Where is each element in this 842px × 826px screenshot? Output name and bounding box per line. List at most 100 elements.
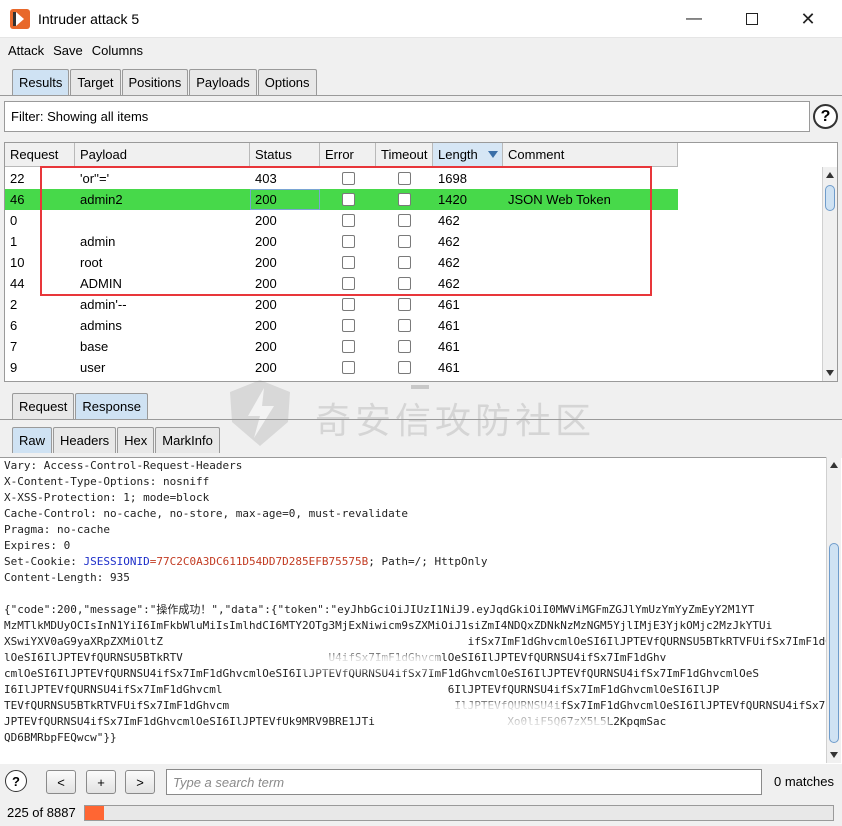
watermark-logo-icon — [230, 380, 290, 446]
col-timeout[interactable]: Timeout — [376, 143, 433, 167]
redaction-blur — [390, 702, 560, 718]
table-row[interactable]: 7 base 200 461 — [5, 336, 678, 357]
filter-text: Filter: Showing all items — [11, 109, 149, 124]
col-payload[interactable]: Payload — [75, 143, 250, 167]
error-checkbox — [341, 193, 355, 206]
prev-match-button[interactable]: < — [46, 770, 76, 794]
table-row[interactable]: 2 admin'-- 200 461 — [5, 294, 678, 315]
filter-bar[interactable]: Filter: Showing all items — [4, 101, 810, 132]
tab-response[interactable]: Response — [75, 393, 148, 419]
tab-markinfo[interactable]: MarkInfo — [155, 427, 220, 453]
close-button[interactable]: ✕ — [786, 6, 830, 32]
response-viewer[interactable]: Vary: Access-Control-Request-Headers X-C… — [0, 457, 826, 763]
cell-comment — [503, 168, 678, 189]
response-body-line: I6IlJPTEVfQURNSU4ifSx7ImF1dGhvcml 6IlJPT… — [4, 683, 720, 696]
col-error[interactable]: Error — [320, 143, 376, 167]
timeout-checkbox — [398, 319, 411, 332]
search-help-icon[interactable]: ? — [5, 770, 27, 792]
progress-bar — [84, 805, 834, 821]
table-row[interactable]: 22 'or''=' 403 1698 — [5, 168, 678, 189]
tab-options[interactable]: Options — [257, 69, 317, 95]
cell-length: 462 — [438, 255, 460, 270]
cell-timeout — [376, 252, 433, 273]
cell-request: 2 — [10, 297, 18, 312]
cell-request: 9 — [10, 360, 18, 375]
scroll-up-icon[interactable] — [830, 462, 838, 468]
cell-error — [320, 210, 376, 231]
cell-error — [320, 231, 376, 252]
cell-status: 200 — [255, 255, 277, 270]
watermark-text: 奇安信攻防社区 — [315, 401, 596, 442]
tab-payloads[interactable]: Payloads — [189, 69, 257, 95]
add-button[interactable]: + — [86, 770, 116, 794]
reqresp-tabs: Request Response — [12, 393, 149, 419]
match-count: 0 matches — [774, 774, 834, 789]
cell-comment — [503, 357, 678, 378]
maximize-button[interactable] — [730, 6, 774, 32]
redaction-blur — [400, 718, 610, 734]
table-row[interactable]: 1 admin 200 462 — [5, 231, 678, 252]
cell-comment — [503, 231, 678, 252]
menu-columns[interactable]: Columns — [92, 43, 143, 58]
scroll-thumb[interactable] — [829, 543, 839, 743]
menu-save[interactable]: Save — [53, 43, 83, 58]
cell-timeout — [376, 336, 433, 357]
response-header-line: Cache-Control: no-cache, no-store, max-a… — [4, 507, 408, 520]
error-checkbox — [341, 235, 355, 248]
cell-timeout — [376, 231, 433, 252]
cell-length: 461 — [438, 339, 460, 354]
search-input[interactable] — [173, 774, 761, 790]
scroll-down-icon[interactable] — [830, 752, 838, 758]
tab-raw[interactable]: Raw — [12, 427, 53, 453]
redaction-blur — [300, 654, 440, 670]
cell-length: 462 — [438, 213, 460, 228]
scroll-down-icon[interactable] — [826, 370, 834, 376]
tab-request[interactable]: Request — [12, 393, 75, 419]
scroll-up-icon[interactable] — [826, 172, 834, 178]
scroll-thumb[interactable] — [825, 185, 835, 211]
response-header-line: Vary: Access-Control-Request-Headers — [4, 459, 243, 472]
minimize-icon: — — [686, 10, 702, 27]
tab-positions[interactable]: Positions — [121, 69, 189, 95]
cell-length: 461 — [438, 297, 460, 312]
tab-headers[interactable]: Headers — [53, 427, 117, 453]
main-tabs: Results Target Positions Payloads Option… — [12, 69, 318, 95]
cell-timeout — [376, 168, 433, 189]
tab-results[interactable]: Results — [12, 69, 70, 95]
table-header: Request Payload Status Error Timeout Len… — [5, 143, 678, 167]
table-row[interactable]: 44 ADMIN 200 462 — [5, 273, 678, 294]
col-status[interactable]: Status — [250, 143, 320, 167]
cell-status: 200 — [255, 318, 277, 333]
status-bar: 225 of 8887 — [0, 800, 842, 826]
tab-hex[interactable]: Hex — [117, 427, 155, 453]
close-icon: ✕ — [800, 8, 816, 29]
search-field[interactable] — [166, 769, 762, 795]
cell-request: 1 — [10, 234, 18, 249]
menu-attack[interactable]: Attack — [8, 43, 44, 58]
table-scrollbar[interactable] — [822, 167, 837, 381]
response-header-line: Expires: 0 — [4, 539, 71, 552]
results-table: Request Payload Status Error Timeout Len… — [4, 142, 838, 382]
table-row[interactable]: 10 root 200 462 — [5, 252, 678, 273]
maximize-icon — [746, 13, 758, 25]
cell-comment — [503, 315, 678, 336]
table-row[interactable]: 9 user 200 461 — [5, 357, 678, 378]
cell-request: 6 — [10, 318, 18, 333]
table-row[interactable]: 6 admins 200 461 — [5, 315, 678, 336]
timeout-checkbox — [398, 193, 411, 206]
col-request[interactable]: Request — [5, 143, 75, 167]
timeout-checkbox — [398, 172, 411, 185]
col-length[interactable]: Length — [433, 143, 503, 167]
table-row[interactable]: 0 200 462 — [5, 210, 678, 231]
tab-target[interactable]: Target — [70, 69, 121, 95]
cell-length: 461 — [438, 318, 460, 333]
table-row[interactable]: 46 admin2 200 1420 JSON Web Token — [5, 189, 678, 210]
cell-length: 462 — [438, 234, 460, 249]
col-comment[interactable]: Comment — [503, 143, 678, 167]
cell-status: 200 — [255, 339, 277, 354]
help-icon[interactable]: ? — [813, 104, 838, 129]
minimize-button[interactable]: — — [672, 6, 716, 32]
next-match-button[interactable]: > — [125, 770, 155, 794]
error-checkbox — [341, 172, 355, 185]
response-scrollbar[interactable] — [826, 457, 841, 763]
